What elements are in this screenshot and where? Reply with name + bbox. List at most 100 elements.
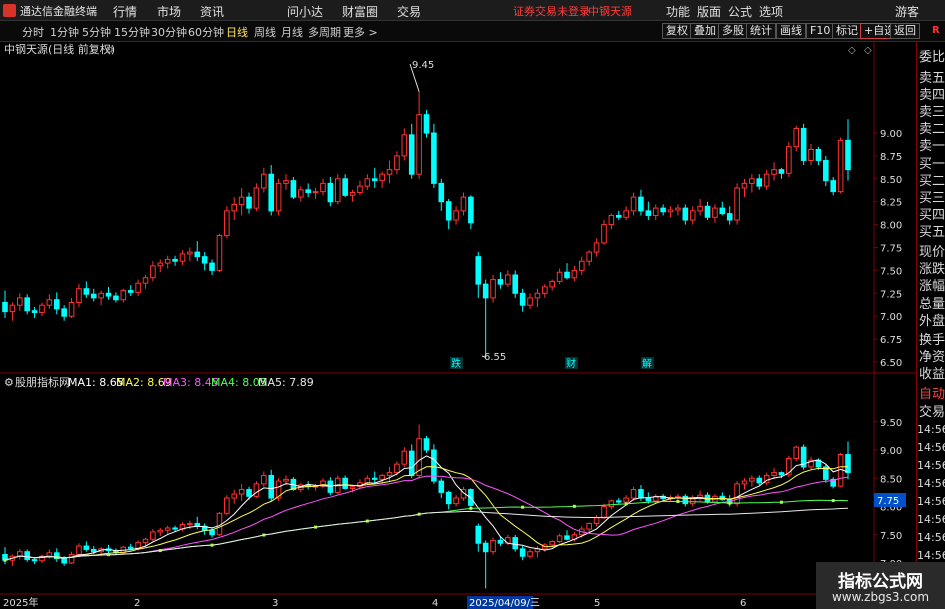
main-candle-body[interactable] [431,132,437,184]
main-candle-body[interactable] [327,182,334,203]
indicator-candle-body[interactable] [793,446,800,459]
main-candle-body[interactable] [113,295,119,301]
indicator-candle-body[interactable] [475,525,482,544]
main-candle-body[interactable] [608,214,615,226]
main-candlesticks[interactable] [2,91,851,358]
main-candle-body[interactable] [312,191,319,194]
main-candle-body[interactable] [105,292,112,297]
main-candle-body[interactable] [586,251,592,262]
main-candle-body[interactable] [261,173,267,189]
indicator-candle-body[interactable] [778,472,785,476]
indicator-candle-body[interactable] [61,557,67,564]
main-candle-body[interactable] [615,214,622,218]
main-candle-body[interactable] [423,114,430,134]
main-candle-body[interactable] [408,134,415,175]
event-marker-drop[interactable]: 跌 [451,357,461,370]
main-candle-body[interactable] [697,205,703,212]
tab-15min[interactable]: 15分钟 [114,24,150,40]
draw-line-button[interactable]: 画线 [776,23,806,39]
tab-60min[interactable]: 60分钟 [188,24,224,40]
main-candle-body[interactable] [445,201,452,221]
trade-label[interactable]: 交易 [919,401,945,420]
main-candle-body[interactable] [630,196,637,212]
main-candle-body[interactable] [453,210,459,221]
menu-options[interactable]: 选项 [759,3,783,20]
statistics-button[interactable]: 统计 [746,23,776,39]
menu-news[interactable]: 资讯 [200,3,224,20]
menu-market[interactable]: 市场 [157,3,181,20]
indicator-candle-body[interactable] [741,480,748,485]
main-candle-body[interactable] [675,207,681,211]
indicator-candle-body[interactable] [497,539,504,544]
chart-settings-icon[interactable]: ⚙ [105,45,114,56]
main-candle-body[interactable] [61,308,67,317]
indicator-candle-body[interactable] [379,474,385,480]
main-candle-body[interactable] [490,279,496,299]
main-candle-body[interactable] [497,279,504,285]
main-candle-body[interactable] [157,262,164,267]
chart-options-diamond-icon[interactable]: ◇ [848,45,856,56]
main-candle-body[interactable] [268,173,275,212]
indicator-candle-body[interactable] [512,537,519,550]
indicator-candle-body[interactable] [90,548,97,553]
main-candle-body[interactable] [83,288,90,295]
main-candle-body[interactable] [401,134,408,157]
main-candle-body[interactable] [334,178,341,203]
indicator-candle-body[interactable] [734,483,740,505]
indicator-candle-body[interactable] [445,491,452,505]
indicator-candle-body[interactable] [638,489,644,499]
indicator-candle-body[interactable] [423,438,430,451]
main-candle-body[interactable] [808,148,814,161]
indicator-candle-body[interactable] [527,551,533,557]
main-candle-body[interactable] [645,210,652,216]
indicator-candle-body[interactable] [749,477,755,482]
indicator-candle-body[interactable] [756,477,763,484]
quote-label-order-ratio[interactable]: 委比 [919,46,945,65]
indicator-candle-body[interactable] [24,551,30,561]
quote-label-ask1[interactable]: 卖一 [919,135,945,154]
main-candle-body[interactable] [2,301,8,313]
auto-trade-label[interactable]: 自动 [919,383,945,402]
main-candle-body[interactable] [187,251,193,255]
indicator-candle-body[interactable] [401,450,408,465]
quote-label-change-pct[interactable]: 涨幅 [919,275,945,294]
indicator-candle-body[interactable] [453,497,459,505]
main-candle-body[interactable] [253,187,260,209]
main-candle-body[interactable] [505,274,511,285]
indicator-candle-body[interactable] [438,480,445,493]
main-candle-body[interactable] [741,182,748,189]
main-candle-body[interactable] [593,242,600,253]
main-candle-body[interactable] [512,274,519,294]
multi-stock-button[interactable]: 多股 [718,23,748,39]
main-candle-body[interactable] [638,196,644,212]
main-candle-body[interactable] [763,173,770,187]
indicator-settings-icon[interactable]: ⚙ [4,376,14,389]
main-candle-body[interactable] [416,114,422,175]
quote-label-outer-volume[interactable]: 外盘 [919,310,945,329]
menu-trade[interactable]: 交易 [397,3,421,20]
guest-user[interactable]: 游客 [895,3,919,20]
main-candle-body[interactable] [845,139,851,171]
main-candle-body[interactable] [68,301,75,317]
indicator-candle-body[interactable] [564,535,570,540]
main-candle-body[interactable] [564,271,570,279]
indicator-candle-body[interactable] [224,497,230,514]
tab-30min[interactable]: 30分钟 [151,24,187,40]
main-candle-body[interactable] [39,304,45,314]
indicator-candle-body[interactable] [364,477,371,484]
main-candle-body[interactable] [571,269,578,279]
indicator-candle-body[interactable] [675,495,681,498]
main-candle-body[interactable] [194,251,201,258]
main-candle-body[interactable] [542,286,548,294]
main-candle-body[interactable] [216,235,223,271]
indicator-candle-body[interactable] [246,489,252,497]
indicator-candle-body[interactable] [172,527,178,530]
main-candle-body[interactable] [90,293,97,299]
main-candle-body[interactable] [800,127,807,161]
main-candle-body[interactable] [142,277,149,284]
indicator-candle-body[interactable] [342,477,348,489]
main-candle-body[interactable] [76,288,82,303]
indicator-candle-body[interactable] [556,535,563,543]
indicator-candle-body[interactable] [76,545,82,556]
event-marker-finance[interactable]: 财 [566,357,576,370]
